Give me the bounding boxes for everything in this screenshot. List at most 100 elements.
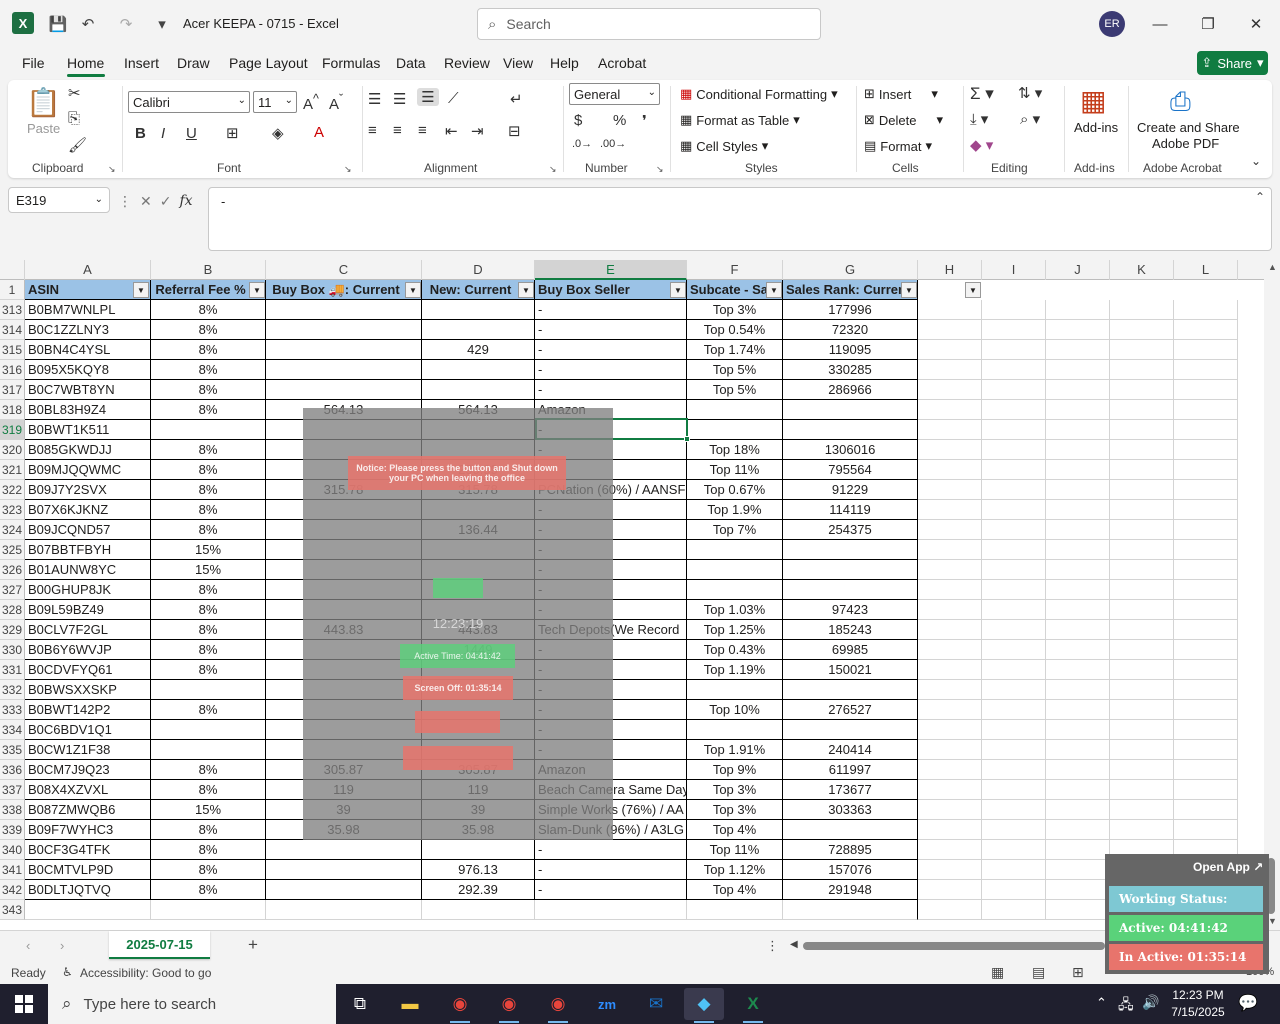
table-cell[interactable]: Top 11% bbox=[687, 460, 783, 480]
empty-cell[interactable] bbox=[918, 860, 982, 880]
empty-cell[interactable] bbox=[982, 880, 1046, 900]
fill-color-icon[interactable]: ◈ bbox=[272, 124, 284, 142]
empty-cell[interactable] bbox=[1046, 840, 1110, 860]
empty-cell[interactable] bbox=[918, 880, 982, 900]
taskbar-search-input[interactable]: ⌕ Type here to search bbox=[48, 984, 336, 1024]
empty-cell[interactable] bbox=[1110, 580, 1174, 600]
empty-cell[interactable] bbox=[982, 860, 1046, 880]
table-cell[interactable] bbox=[151, 900, 266, 920]
save-icon[interactable]: 💾 bbox=[46, 12, 70, 36]
empty-cell[interactable] bbox=[918, 800, 982, 820]
empty-cell[interactable] bbox=[918, 580, 982, 600]
filter-dropdown-icon[interactable]: ▼ bbox=[133, 282, 149, 298]
prev-sheet-icon[interactable]: ‹ bbox=[26, 938, 30, 953]
more-options-icon[interactable]: ⋮ bbox=[118, 193, 132, 210]
column-header-l[interactable]: L bbox=[1174, 260, 1238, 280]
empty-cell[interactable] bbox=[1174, 760, 1238, 780]
table-cell[interactable]: 8% bbox=[151, 360, 266, 380]
table-cell[interactable]: Top 1.9% bbox=[687, 500, 783, 520]
table-cell[interactable]: Top 3% bbox=[687, 300, 783, 320]
table-cell[interactable]: B0CM7J9Q23 bbox=[25, 760, 151, 780]
empty-cell[interactable] bbox=[918, 400, 982, 420]
empty-cell[interactable] bbox=[1110, 640, 1174, 660]
table-cell[interactable] bbox=[266, 840, 422, 860]
row-header[interactable]: 329 bbox=[0, 620, 25, 640]
empty-cell[interactable] bbox=[1046, 700, 1110, 720]
empty-cell[interactable] bbox=[982, 820, 1046, 840]
table-cell[interactable]: - bbox=[535, 300, 687, 320]
table-cell[interactable]: Top 0.43% bbox=[687, 640, 783, 660]
empty-cell[interactable] bbox=[918, 480, 982, 500]
table-cell[interactable] bbox=[783, 820, 918, 840]
table-cell[interactable]: 303363 bbox=[783, 800, 918, 820]
table-cell[interactable] bbox=[783, 580, 918, 600]
table-header-buy-box[interactable]: Buy Box 🚚: Current bbox=[266, 280, 422, 300]
name-box[interactable]: E319 ⌄ bbox=[8, 187, 110, 213]
table-cell[interactable] bbox=[422, 360, 535, 380]
empty-cell[interactable] bbox=[1110, 700, 1174, 720]
dialog-launcher-icon[interactable]: ↘ bbox=[656, 164, 664, 175]
empty-cell[interactable] bbox=[1110, 360, 1174, 380]
table-cell[interactable] bbox=[687, 680, 783, 700]
empty-cell[interactable] bbox=[918, 540, 982, 560]
row-header[interactable]: 343 bbox=[0, 900, 25, 920]
empty-cell[interactable] bbox=[1046, 500, 1110, 520]
redo-icon[interactable]: ↷ bbox=[114, 12, 138, 36]
table-cell[interactable]: B0CW1Z1F38 bbox=[25, 740, 151, 760]
table-header-sales-rank[interactable]: Sales Rank: Current bbox=[783, 280, 918, 300]
empty-cell[interactable] bbox=[1174, 620, 1238, 640]
table-cell[interactable]: 8% bbox=[151, 520, 266, 540]
table-cell[interactable]: B0BL83H9Z4 bbox=[25, 400, 151, 420]
tab-help[interactable]: Help bbox=[550, 55, 579, 71]
empty-cell[interactable] bbox=[1046, 380, 1110, 400]
chrome-icon[interactable]: ◉ bbox=[440, 988, 480, 1023]
table-cell[interactable]: Top 4% bbox=[687, 820, 783, 840]
filter-dropdown-icon[interactable]: ▼ bbox=[249, 282, 265, 298]
notifications-icon[interactable]: 💬 bbox=[1238, 993, 1258, 1013]
table-cell[interactable]: 8% bbox=[151, 500, 266, 520]
table-cell[interactable]: 286966 bbox=[783, 380, 918, 400]
row-header[interactable]: 330 bbox=[0, 640, 25, 660]
monitor-app-icon[interactable]: ◆ bbox=[684, 988, 724, 1023]
insert-function-icon[interactable]: fx bbox=[179, 193, 192, 209]
table-cell[interactable]: 91229 bbox=[783, 480, 918, 500]
format-painter-icon[interactable]: 🖌 bbox=[68, 136, 87, 154]
vertical-scrollbar[interactable]: ▲ ▼ bbox=[1264, 260, 1280, 930]
filter-dropdown-icon[interactable]: ▼ bbox=[901, 282, 917, 298]
empty-cell[interactable] bbox=[918, 720, 982, 740]
comma-icon[interactable]: ❜ bbox=[642, 112, 647, 130]
table-cell[interactable]: Top 11% bbox=[687, 840, 783, 860]
table-cell[interactable]: 292.39 bbox=[422, 880, 535, 900]
table-cell[interactable] bbox=[783, 420, 918, 440]
table-cell[interactable]: B0CF3G4TFK bbox=[25, 840, 151, 860]
table-cell[interactable]: 240414 bbox=[783, 740, 918, 760]
table-cell[interactable]: B095X5KQY8 bbox=[25, 360, 151, 380]
filter-dropdown-icon[interactable]: ▼ bbox=[670, 282, 686, 298]
column-header-i[interactable]: I bbox=[982, 260, 1046, 280]
table-cell[interactable]: Top 1.12% bbox=[687, 860, 783, 880]
table-cell[interactable] bbox=[266, 320, 422, 340]
share-button[interactable]: ⇪ Share ▾ bbox=[1197, 51, 1268, 75]
table-cell[interactable] bbox=[422, 900, 535, 920]
empty-cell[interactable] bbox=[1046, 800, 1110, 820]
table-cell[interactable]: 8% bbox=[151, 300, 266, 320]
empty-cell[interactable] bbox=[1174, 320, 1238, 340]
table-cell[interactable] bbox=[266, 340, 422, 360]
column-header-a[interactable]: A bbox=[25, 260, 151, 280]
empty-cell[interactable] bbox=[1110, 560, 1174, 580]
table-cell[interactable]: B09MJQQWMC bbox=[25, 460, 151, 480]
borders-icon[interactable]: ⊞ bbox=[226, 124, 239, 142]
start-button[interactable] bbox=[0, 984, 48, 1024]
table-cell[interactable] bbox=[266, 900, 422, 920]
customize-qat-icon[interactable]: ▾ bbox=[150, 12, 174, 36]
empty-cell[interactable] bbox=[918, 500, 982, 520]
search-input[interactable]: ⌕ Search bbox=[477, 8, 821, 40]
table-cell[interactable] bbox=[422, 320, 535, 340]
currency-icon[interactable]: $ bbox=[574, 112, 582, 129]
empty-cell[interactable] bbox=[1110, 340, 1174, 360]
table-cell[interactable] bbox=[687, 400, 783, 420]
chrome-profile-icon[interactable]: ◉ bbox=[489, 988, 529, 1023]
empty-cell[interactable] bbox=[1174, 720, 1238, 740]
page-layout-view-icon[interactable]: ▤ bbox=[1032, 964, 1045, 981]
find-select-icon[interactable]: ⌕ ▾ bbox=[1020, 110, 1040, 128]
